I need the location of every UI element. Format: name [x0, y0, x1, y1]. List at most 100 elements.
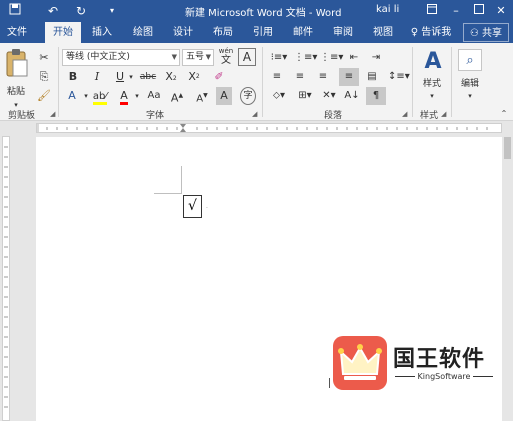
format-painter-icon[interactable]: 🖌: [37, 87, 51, 105]
tab-mailings[interactable]: 邮件: [286, 22, 320, 43]
crop-mark: [181, 166, 182, 194]
align-right-icon[interactable]: ≡: [316, 68, 330, 86]
tab-view[interactable]: 视图: [366, 22, 400, 43]
text-cursor: [329, 378, 330, 388]
tab-review[interactable]: 审阅: [326, 22, 360, 43]
italic-icon[interactable]: I: [90, 68, 104, 86]
font-color-icon[interactable]: A: [116, 87, 132, 105]
undo-icon[interactable]: ↶: [44, 2, 62, 20]
enclose-characters-icon[interactable]: 字: [240, 87, 256, 105]
group-divider: [58, 47, 59, 117]
chevron-down-icon[interactable]: ▾: [464, 87, 476, 105]
vertical-scrollbar[interactable]: [502, 135, 513, 421]
paragraph-launcher-icon[interactable]: ◢: [402, 110, 407, 118]
strikethrough-icon[interactable]: abc: [139, 68, 157, 86]
paste-button[interactable]: [4, 48, 30, 78]
sort-icon[interactable]: A↓: [344, 87, 360, 105]
borders-icon[interactable]: ⊞▾: [294, 87, 316, 105]
crop-mark: [154, 193, 182, 194]
chevron-down-icon: ▼: [205, 53, 211, 61]
styles-launcher-icon[interactable]: ◢: [441, 110, 446, 118]
vertical-ruler[interactable]: [2, 136, 10, 421]
phonetic-bottom: 文: [221, 55, 231, 66]
tab-design[interactable]: 设计: [166, 22, 200, 43]
numbering-icon[interactable]: ⋮≡▾: [294, 49, 317, 67]
group-divider: [412, 47, 413, 117]
paragraph-mark: ·: [206, 205, 208, 212]
phonetic-guide-button[interactable]: wén 文: [218, 47, 234, 67]
show-marks-icon[interactable]: ¶: [366, 87, 386, 105]
chevron-down-icon[interactable]: ▾: [82, 87, 90, 105]
lightbulb-icon: ♀: [410, 27, 419, 38]
font-size-value: 五号: [186, 52, 205, 62]
redo-icon[interactable]: ↻: [72, 2, 90, 20]
scrollbar-thumb[interactable]: [504, 137, 511, 159]
find-icon[interactable]: ⌕: [458, 49, 482, 71]
align-center-icon[interactable]: ≡: [293, 68, 307, 86]
save-icon[interactable]: [6, 2, 24, 20]
chevron-down-icon[interactable]: ▾: [133, 87, 141, 105]
bold-icon[interactable]: B: [66, 68, 80, 86]
font-name-value: 等线 (中文正文): [66, 52, 130, 62]
maximize-icon[interactable]: [469, 2, 489, 20]
asian-layout-icon[interactable]: ✕▾: [320, 87, 338, 105]
window-title: 新建 Microsoft Word 文档 - Word: [185, 8, 342, 19]
bullets-icon[interactable]: ⁝≡▾: [268, 49, 290, 67]
chevron-down-icon[interactable]: ▾: [127, 68, 135, 86]
close-icon[interactable]: ✕: [491, 2, 511, 20]
tab-draw[interactable]: 绘图: [126, 22, 160, 43]
tell-me-box[interactable]: ♀ 告诉我: [406, 22, 456, 43]
ribbon: 粘贴 ▾ ✂ ⎘ 🖌 剪贴板 ◢ 等线 (中文正文) ▼ 五号 ▼ wén 文 …: [0, 43, 513, 121]
shrink-font-icon[interactable]: A▼: [195, 87, 209, 105]
watermark-title: 国王软件: [393, 347, 486, 372]
tab-insert[interactable]: 插入: [85, 22, 119, 43]
shading-icon[interactable]: ⬦▾: [268, 87, 290, 105]
customize-icon[interactable]: ▾: [103, 2, 121, 20]
subscript-icon[interactable]: X2: [163, 68, 179, 86]
highlight-icon[interactable]: ab⁄: [92, 87, 108, 105]
character-border-icon[interactable]: A: [238, 48, 256, 66]
tab-references[interactable]: 引用: [246, 22, 280, 43]
character-shading-icon[interactable]: A: [216, 87, 232, 105]
check-mark-char[interactable]: √: [183, 195, 202, 218]
line-spacing-icon[interactable]: ↕≡▾: [388, 68, 410, 86]
tab-layout[interactable]: 布局: [206, 22, 240, 43]
title-bar: ↶ ↻ ▾ 新建 Microsoft Word 文档 - Word kai li…: [0, 0, 513, 22]
font-launcher-icon[interactable]: ◢: [252, 110, 257, 118]
user-name[interactable]: kai li: [376, 4, 399, 15]
tab-file[interactable]: 文件: [0, 22, 34, 43]
align-left-icon[interactable]: ≡: [270, 68, 284, 86]
clear-formatting-icon[interactable]: ✐: [211, 68, 227, 86]
increase-indent-icon[interactable]: ⇥: [368, 49, 384, 67]
styles-icon[interactable]: A: [420, 49, 446, 75]
ribbon-tabs: 文件 开始 插入 绘图 设计 布局 引用 邮件 审阅 视图 ♀ 告诉我 ⚇ 共享: [0, 22, 513, 43]
phonetic-top: wén: [218, 47, 234, 55]
underline-icon[interactable]: U: [113, 68, 127, 86]
superscript-icon[interactable]: X2: [186, 68, 202, 86]
ribbon-display-icon[interactable]: [422, 2, 442, 20]
horizontal-ruler[interactable]: [0, 121, 513, 135]
chevron-down-icon[interactable]: ▾: [426, 87, 438, 105]
tell-me-label: 告诉我: [421, 27, 452, 38]
minimize-icon[interactable]: –: [446, 2, 466, 20]
distributed-icon[interactable]: ▤: [364, 68, 380, 86]
divider-line: [472, 376, 493, 377]
clipboard-launcher-icon[interactable]: ◢: [50, 110, 55, 118]
grow-font-icon[interactable]: A▲: [170, 87, 184, 105]
text-effects-icon[interactable]: A: [64, 87, 80, 105]
multilevel-list-icon[interactable]: ⋮≡▾: [320, 49, 343, 67]
decrease-indent-icon[interactable]: ⇤: [346, 49, 362, 67]
justify-icon[interactable]: ≡: [339, 68, 359, 86]
font-size-dropdown[interactable]: 五号 ▼: [182, 49, 214, 66]
share-button[interactable]: ⚇ 共享: [462, 23, 509, 42]
font-group-label: 字体: [146, 111, 165, 121]
font-name-dropdown[interactable]: 等线 (中文正文) ▼: [62, 49, 180, 66]
cut-icon[interactable]: ✂: [37, 49, 51, 67]
share-label: 共享: [482, 28, 502, 39]
copy-icon[interactable]: ⎘: [37, 68, 51, 86]
change-case-button[interactable]: Aa: [144, 87, 164, 105]
divider-line: [395, 376, 415, 377]
tab-home[interactable]: 开始: [45, 22, 81, 43]
crown-logo-icon: [333, 336, 387, 390]
ruler-ticks: [46, 124, 488, 132]
